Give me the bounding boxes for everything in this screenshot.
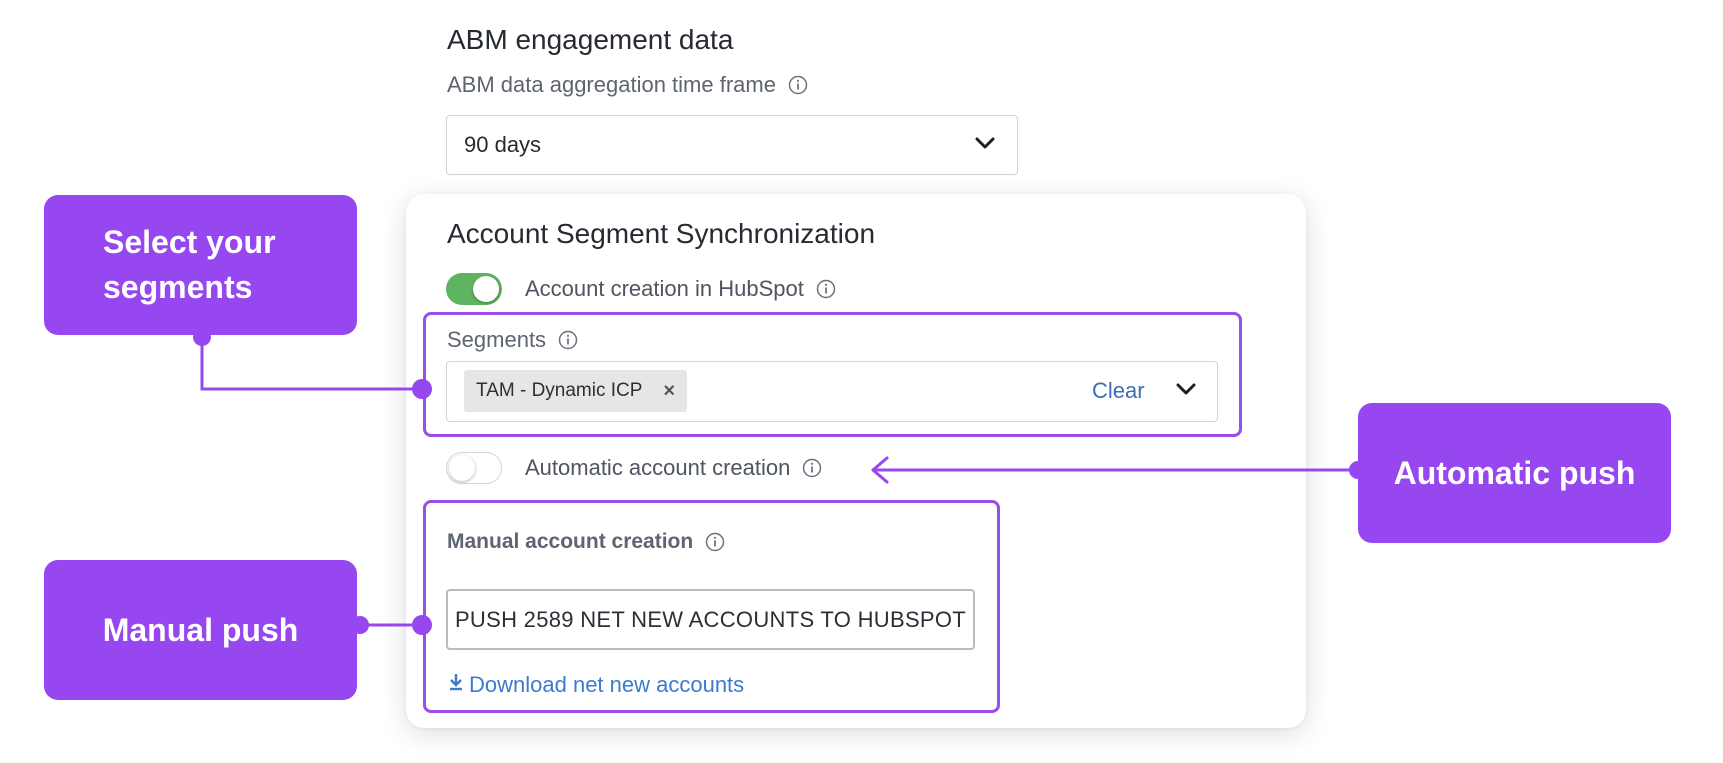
- segments-connector: [200, 337, 422, 391]
- timeframe-label: ABM data aggregation time frame: [447, 72, 808, 98]
- info-icon[interactable]: [705, 532, 725, 552]
- callout-line: Select your: [103, 224, 276, 260]
- sync-card-title: Account Segment Synchronization: [447, 218, 876, 249]
- timeframe-label-text: ABM data aggregation time frame: [447, 72, 776, 97]
- automatic-account-creation-toggle[interactable]: [446, 452, 502, 484]
- callout-select-segments: Select your segments: [44, 195, 357, 335]
- push-accounts-button[interactable]: PUSH 2589 NET NEW ACCOUNTS TO HUBSPOT: [446, 589, 975, 650]
- segments-label: Segments: [447, 327, 578, 353]
- chevron-down-icon[interactable]: [1176, 382, 1196, 401]
- download-link-text: Download net new accounts: [469, 672, 745, 697]
- manual-creation-label-text: Manual account creation: [447, 530, 694, 553]
- timeframe-select[interactable]: 90 days: [446, 115, 1018, 175]
- hubspot-account-creation-toggle[interactable]: [446, 273, 502, 305]
- segment-chip-label: TAM - Dynamic ICP: [476, 380, 643, 401]
- info-icon[interactable]: [788, 75, 808, 95]
- manual-creation-label: Manual account creation: [447, 530, 725, 554]
- info-icon[interactable]: [802, 458, 822, 478]
- callout-line: segments: [103, 269, 253, 305]
- download-icon: [447, 672, 465, 698]
- chip-remove-icon[interactable]: ×: [663, 380, 675, 403]
- clear-segments-link[interactable]: Clear: [1092, 378, 1145, 404]
- timeframe-value: 90 days: [464, 132, 542, 157]
- toggle-knob: [473, 276, 499, 302]
- callout-select-segments-text: Select your segments: [103, 220, 276, 310]
- toggle-knob: [449, 455, 475, 481]
- download-accounts-link[interactable]: Download net new accounts: [447, 672, 744, 698]
- info-icon[interactable]: [816, 279, 836, 299]
- chevron-down-icon: [975, 136, 995, 155]
- automatic-toggle-label-text: Automatic account creation: [525, 455, 791, 480]
- info-icon[interactable]: [558, 330, 578, 350]
- callout-manual-push: Manual push: [44, 560, 357, 700]
- callout-automatic-push: Automatic push: [1358, 403, 1671, 543]
- abm-section-title: ABM engagement data: [447, 24, 734, 55]
- hubspot-toggle-label: Account creation in HubSpot: [525, 276, 836, 302]
- segments-label-text: Segments: [447, 327, 547, 352]
- segment-chip: TAM - Dynamic ICP ×: [464, 370, 687, 412]
- hubspot-toggle-label-text: Account creation in HubSpot: [525, 276, 804, 301]
- automatic-toggle-label: Automatic account creation: [525, 455, 822, 481]
